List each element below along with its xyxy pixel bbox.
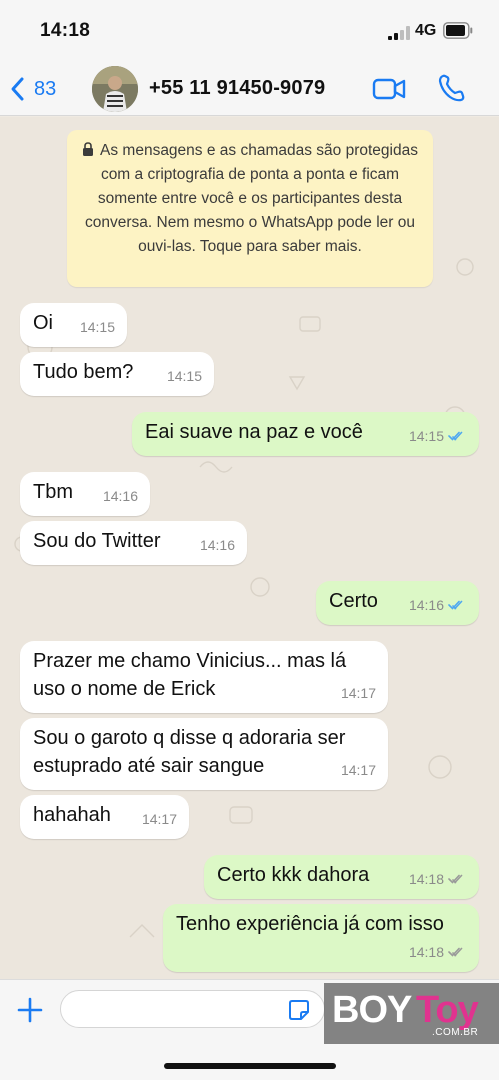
watermark-logo: BOY Toy .COM.BR bbox=[324, 983, 499, 1044]
message-bubble[interactable]: Certo kkk dahora 14:18 bbox=[204, 855, 479, 899]
encryption-notice-text: As mensagens e as chamadas são protegida… bbox=[85, 142, 418, 255]
chat-area[interactable]: As mensagens e as chamadas são protegida… bbox=[0, 117, 499, 979]
message-text: Sou do Twitter bbox=[33, 530, 161, 552]
message-bubble[interactable]: hahahah 14:17 bbox=[20, 795, 189, 839]
message-time: 14:15 bbox=[166, 368, 202, 384]
message-text: Oi bbox=[33, 312, 53, 334]
message-text: Certo bbox=[329, 590, 378, 612]
status-time: 14:18 bbox=[40, 20, 91, 41]
message-text: Tenho experiência já com isso bbox=[176, 913, 444, 935]
message-time: 14:17 bbox=[340, 685, 376, 701]
message-time: 14:17 bbox=[141, 811, 177, 827]
status-bar: 14:18 4G bbox=[0, 0, 499, 62]
message-time: 14:15 bbox=[408, 428, 444, 444]
message-bubble[interactable]: Tenho experiência já com isso 14:18 bbox=[163, 904, 479, 972]
message-time: 14:16 bbox=[408, 597, 444, 613]
message-time: 14:16 bbox=[199, 537, 235, 553]
chat-header: 83 +55 11 91450-9079 bbox=[0, 62, 499, 116]
message-bubble[interactable]: Prazer me chamo Vinicius... mas lá uso o… bbox=[20, 641, 388, 713]
network-type: 4G bbox=[415, 22, 437, 39]
watermark-brand-part2: Toy bbox=[416, 989, 479, 1031]
contact-name[interactable]: +55 11 91450-9079 bbox=[149, 77, 325, 100]
message-input[interactable] bbox=[60, 990, 325, 1028]
read-ticks-icon bbox=[448, 600, 463, 610]
message-time: 14:17 bbox=[340, 762, 376, 778]
home-indicator bbox=[164, 1063, 336, 1069]
message-time: 14:15 bbox=[79, 319, 115, 335]
message-bubble[interactable]: Tbm 14:16 bbox=[20, 472, 150, 516]
message-bubble[interactable]: Sou o garoto q disse q adoraria ser estu… bbox=[20, 718, 388, 790]
unread-count: 83 bbox=[34, 77, 57, 100]
read-ticks-icon bbox=[448, 431, 463, 441]
lock-icon bbox=[83, 142, 94, 156]
encryption-notice[interactable]: As mensagens e as chamadas são protegida… bbox=[67, 130, 433, 287]
message-text: Prazer me chamo Vinicius... mas lá uso o… bbox=[33, 650, 347, 700]
message-time: 14:18 bbox=[408, 871, 444, 887]
back-button[interactable]: 83 bbox=[8, 74, 56, 104]
avatar[interactable] bbox=[92, 66, 138, 112]
message-bubble[interactable]: Tudo bem? 14:15 bbox=[20, 352, 214, 396]
phone-call-icon[interactable] bbox=[437, 73, 465, 103]
message-text: Sou o garoto q disse q adoraria ser estu… bbox=[33, 727, 346, 777]
watermark-domain: .COM.BR bbox=[432, 1027, 479, 1038]
message-text: Tbm bbox=[33, 481, 73, 503]
message-bubble[interactable]: Certo 14:16 bbox=[316, 581, 479, 625]
sticker-icon[interactable] bbox=[287, 998, 311, 1022]
message-time: 14:16 bbox=[102, 488, 138, 504]
message-text: hahahah bbox=[33, 804, 111, 826]
back-chevron-icon bbox=[11, 77, 24, 101]
message-text: Tudo bem? bbox=[33, 361, 134, 383]
plus-icon[interactable] bbox=[16, 996, 44, 1024]
battery-icon bbox=[443, 22, 473, 39]
watermark-brand-part1: BOY bbox=[332, 989, 412, 1031]
message-bubble[interactable]: Sou do Twitter 14:16 bbox=[20, 521, 247, 565]
message-text: Eai suave na paz e você bbox=[145, 421, 363, 443]
message-text: Certo kkk dahora bbox=[217, 864, 370, 886]
message-bubble[interactable]: Oi 14:15 bbox=[20, 303, 127, 347]
message-bubble[interactable]: Eai suave na paz e você 14:15 bbox=[132, 412, 479, 456]
video-call-icon[interactable] bbox=[372, 76, 406, 102]
message-time: 14:18 bbox=[408, 944, 444, 960]
delivered-ticks-icon bbox=[448, 947, 463, 957]
signal-icon bbox=[388, 26, 410, 40]
delivered-ticks-icon bbox=[448, 874, 463, 884]
